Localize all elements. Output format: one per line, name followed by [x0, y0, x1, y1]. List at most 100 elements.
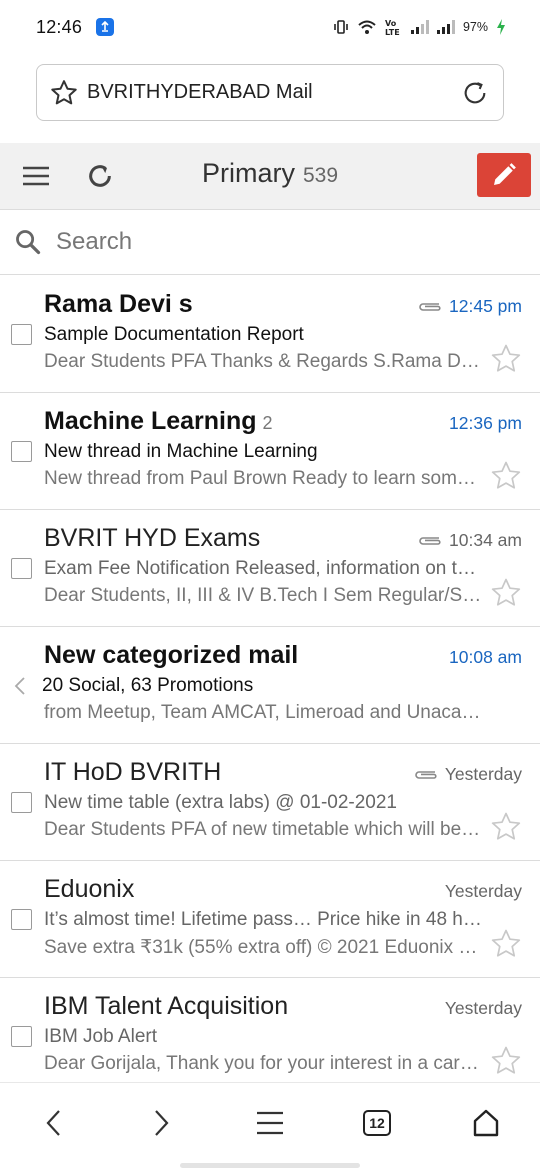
star-icon[interactable]: [489, 459, 523, 493]
select-checkbox[interactable]: [11, 558, 32, 579]
reload-icon[interactable]: [461, 79, 489, 107]
paperclip-icon: [415, 770, 437, 779]
star-icon[interactable]: [489, 927, 523, 961]
search-icon: [16, 230, 41, 255]
back-button[interactable]: [34, 1103, 74, 1143]
mail-subject: IBM Job Alert: [44, 1026, 157, 1047]
mail-meta: 10:34 am: [417, 530, 522, 551]
browser-bottom-nav: 12: [0, 1082, 540, 1170]
mail-sender: Eduonix: [44, 875, 135, 903]
mail-item[interactable]: Eduonix Yesterday It’s almost time! Life…: [0, 861, 540, 978]
forward-icon: [155, 1110, 169, 1136]
mail-sender: Machine Learning 2: [44, 407, 273, 435]
star-icon[interactable]: [489, 576, 523, 610]
notification-app-icon: [96, 18, 115, 36]
mail-item[interactable]: Machine Learning 2 12:36 pm New thread in…: [0, 393, 540, 510]
home-icon: [473, 1109, 499, 1137]
gesture-bar[interactable]: [180, 1163, 360, 1168]
mail-time: 12:36 pm: [449, 413, 522, 433]
mail-subject: New thread in Machine Learning: [44, 441, 318, 462]
mail-item[interactable]: IT HoD BVRITH Yesterday New time table (…: [0, 744, 540, 861]
search-input[interactable]: [56, 228, 476, 256]
address-bar[interactable]: BVRITHYDERABAD Mail: [36, 64, 504, 121]
mail-time: Yesterday: [444, 764, 522, 784]
star-icon[interactable]: [489, 342, 523, 376]
tab-count: 12: [363, 1110, 391, 1136]
menu-icon[interactable]: [22, 164, 50, 188]
select-checkbox[interactable]: [11, 909, 32, 930]
mail-sender: IBM Talent Acquisition: [44, 992, 289, 1020]
folder-count: 539: [302, 164, 339, 187]
paperclip-icon: [419, 302, 441, 311]
menu-icon: [257, 1111, 283, 1135]
mail-time: 12:45 pm: [449, 296, 522, 316]
mail-sender: IT HoD BVRITH: [44, 758, 222, 786]
mail-snippet: Save extra ₹31k (55% extra off) © 2021 E…: [44, 937, 484, 958]
folder-title: Primary 539: [0, 158, 540, 189]
mail-meta: Yesterday: [445, 881, 522, 902]
mail-meta: 12:45 pm: [417, 296, 522, 317]
mail-time: 10:34 am: [449, 530, 522, 550]
mail-subject: 20 Social, 63 Promotions: [42, 675, 254, 696]
paperclip-icon: [419, 536, 441, 545]
mail-snippet: from Meetup, Team AMCAT, Limeroad and Un…: [44, 702, 484, 723]
vibrate-icon: [334, 20, 348, 34]
select-checkbox[interactable]: [11, 441, 32, 462]
mail-item[interactable]: Rama Devi s 12:45 pm Sample Documentatio…: [0, 276, 540, 393]
star-icon[interactable]: [49, 78, 79, 108]
mail-snippet: Dear Students PFA Thanks & Regards S.Ram…: [44, 351, 484, 372]
tabs-button[interactable]: 12: [357, 1103, 397, 1143]
mail-meta: Yesterday: [445, 998, 522, 1019]
category-item[interactable]: New categorized mail 10:08 am 20 Social,…: [0, 627, 540, 744]
home-button[interactable]: [466, 1103, 506, 1143]
back-icon: [46, 1110, 60, 1136]
wifi-icon: [358, 20, 376, 34]
signal-icon-1: [410, 20, 429, 34]
mail-meta: Yesterday: [413, 764, 522, 785]
mail-time: Yesterday: [444, 881, 522, 901]
svg-text:Vo: Vo: [385, 19, 397, 28]
mail-sender: BVRIT HYD Exams: [44, 524, 261, 552]
signal-icon-2: [436, 20, 455, 34]
menu-button[interactable]: [250, 1103, 290, 1143]
forward-button[interactable]: [141, 1103, 181, 1143]
status-bar: 12:46 Vo LTE 97%: [0, 0, 540, 54]
pencil-icon: [494, 163, 516, 185]
charging-icon: [497, 19, 505, 35]
mail-meta: 12:36 pm: [449, 413, 522, 434]
mail-snippet: Dear Students, II, III & IV B.Tech I Sem…: [44, 585, 484, 606]
thread-count: 2: [262, 413, 273, 433]
mail-item[interactable]: IBM Talent Acquisition Yesterday IBM Job…: [0, 978, 540, 1095]
mail-snippet: New thread from Paul Brown Ready to lear…: [44, 468, 484, 489]
refresh-icon[interactable]: [86, 162, 114, 190]
page-title[interactable]: BVRITHYDERABAD Mail: [87, 81, 461, 104]
battery-level: 97%: [462, 20, 488, 34]
mail-sender: Rama Devi s: [44, 290, 193, 318]
mail-subject: It’s almost time! Lifetime pass… Price h…: [44, 909, 484, 930]
mail-toolbar: Primary 539: [0, 143, 540, 210]
mail-subject: Exam Fee Notification Released, informat…: [44, 558, 484, 579]
select-checkbox[interactable]: [11, 1026, 32, 1047]
volte-icon: VoLTE: [385, 19, 400, 36]
search-bar[interactable]: [0, 210, 540, 275]
mail-subject: Sample Documentation Report: [44, 324, 304, 345]
chevron-left-icon: [14, 677, 25, 695]
mail-sender: New categorized mail: [44, 641, 299, 669]
mail-snippet: Dear Gorijala, Thank you for your intere…: [44, 1053, 484, 1074]
mail-subject: New time table (extra labs) @ 01-02-2021: [44, 792, 398, 813]
compose-button[interactable]: [477, 153, 531, 197]
svg-text:LTE: LTE: [385, 28, 400, 36]
status-time: 12:46: [36, 16, 83, 37]
folder-name[interactable]: Primary: [202, 158, 295, 188]
mail-meta: 10:08 am: [449, 647, 522, 668]
mail-item[interactable]: BVRIT HYD Exams 10:34 am Exam Fee Notifi…: [0, 510, 540, 627]
mail-snippet: Dear Students PFA of new timetable which…: [44, 819, 484, 840]
star-icon[interactable]: [489, 810, 523, 844]
mail-time: 10:08 am: [449, 647, 522, 667]
mail-list: Rama Devi s 12:45 pm Sample Documentatio…: [0, 276, 540, 1095]
status-indicators: Vo LTE 97%: [333, 18, 506, 36]
select-checkbox[interactable]: [11, 792, 32, 813]
star-icon[interactable]: [489, 1044, 523, 1078]
mail-time: Yesterday: [444, 998, 522, 1018]
select-checkbox[interactable]: [11, 324, 32, 345]
